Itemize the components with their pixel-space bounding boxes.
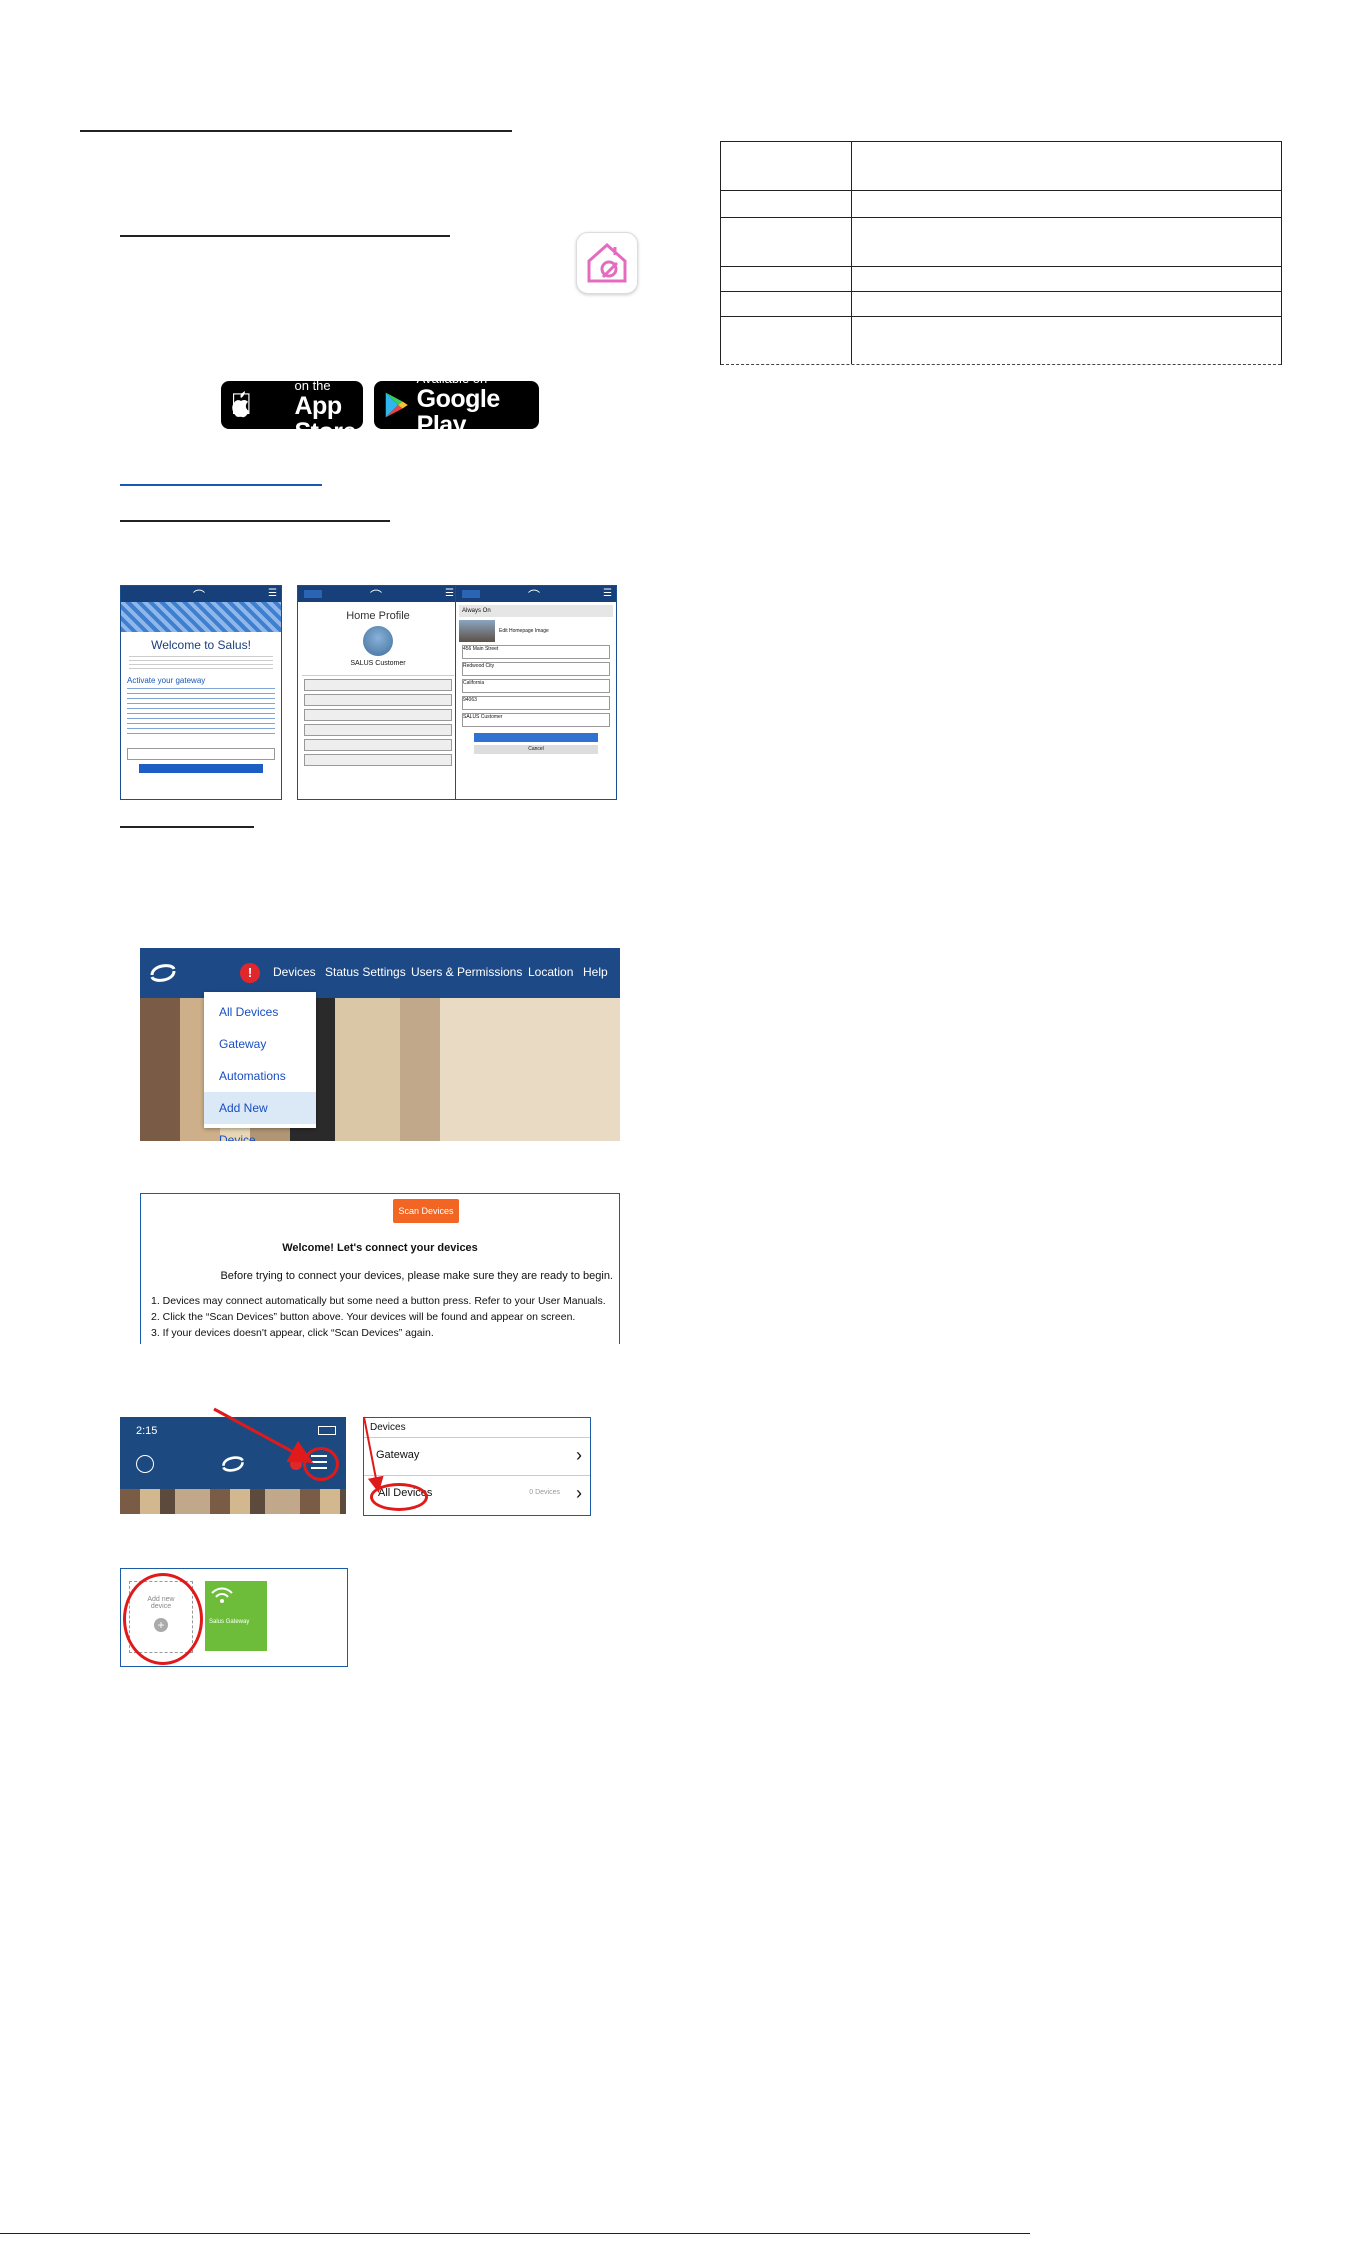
arrow-to-all-devices bbox=[363, 1416, 384, 1493]
highlight-circle-add bbox=[123, 1573, 203, 1665]
arrow-to-menu bbox=[213, 1407, 314, 1463]
device-tiles-screenshot: Add new device + Salus Gateway bbox=[120, 1568, 348, 1667]
wifi-icon bbox=[211, 1587, 233, 1603]
salus-gateway-tile[interactable]: Salus Gateway bbox=[205, 1581, 267, 1651]
footer-line bbox=[0, 2233, 1030, 2234]
annotation-arrows bbox=[213, 1407, 384, 1493]
gateway-tile-label: Salus Gateway bbox=[209, 1619, 250, 1625]
